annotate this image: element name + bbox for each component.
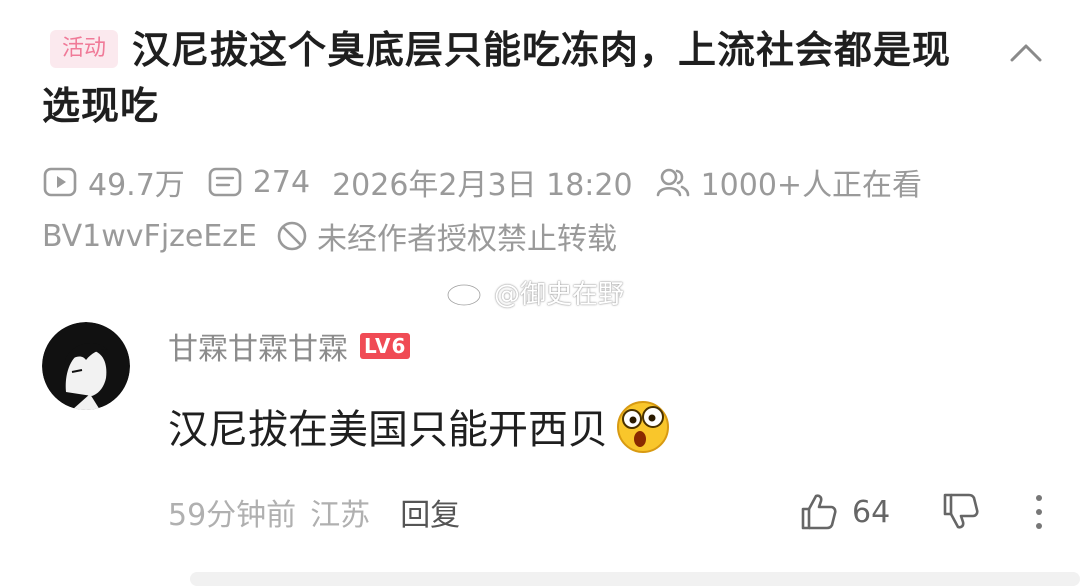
like-count: 64 <box>852 494 891 530</box>
like-button[interactable]: 64 <box>798 488 890 536</box>
level-badge: LV6 <box>360 333 411 359</box>
next-comment-preview <box>190 572 1080 586</box>
more-options-icon[interactable] <box>1028 492 1050 532</box>
bvid[interactable]: BV1wvFjzeEzE <box>42 219 257 254</box>
thumbs-up-icon <box>801 494 837 530</box>
danmaku-count-icon <box>208 167 242 197</box>
weibo-watermark: @御史在野 <box>444 274 624 310</box>
weibo-logo-icon <box>446 279 488 307</box>
publish-datetime: 2026年2月3日 18:20 <box>332 168 633 203</box>
commenter-avatar[interactable] <box>42 322 130 410</box>
copyright-notice: 未经作者授权禁止转载 <box>317 222 618 257</box>
video-id-row: BV1wvFjzeEzE 未经作者授权禁止转载 <box>42 214 617 258</box>
commenter-name-row: 甘霖甘霖甘霖 LV6 <box>168 324 411 368</box>
comment-body: 汉尼拔在美国只能开西贝 <box>168 396 672 456</box>
reply-button[interactable]: 回复 <box>400 490 460 534</box>
comment-text: 汉尼拔在美国只能开西贝 <box>168 407 608 453</box>
play-count-icon <box>43 167 77 197</box>
collapse-chevron-icon[interactable] <box>1006 32 1046 72</box>
watching-count: 1000+人正在看 <box>700 168 923 203</box>
video-title-block: 活动 汉尼拔这个臭底层只能吃冻肉，上流社会都是现选现吃 <box>42 22 972 134</box>
activity-tag[interactable]: 活动 <box>50 30 119 68</box>
view-count: 49.7万 <box>88 168 185 203</box>
thumbs-down-icon[interactable] <box>940 490 982 532</box>
comment-time: 59分钟前 <box>168 498 297 533</box>
watermark-text: @御史在野 <box>494 279 625 310</box>
comment-footer: 59分钟前 江苏 回复 <box>168 490 460 534</box>
danmaku-count: 274 <box>252 164 311 200</box>
forbidden-icon <box>277 221 307 251</box>
video-stats-row: 49.7万 274 2026年2月3日 18:20 1000+人正在看 <box>42 160 922 204</box>
watching-people-icon <box>656 168 689 197</box>
video-title: 汉尼拔这个臭底层只能吃冻肉，上流社会都是现选现吃 <box>42 28 952 128</box>
comment-location: 江苏 <box>310 498 371 533</box>
astonished-face-icon <box>617 401 669 453</box>
commenter-username[interactable]: 甘霖甘霖甘霖 <box>168 324 348 368</box>
